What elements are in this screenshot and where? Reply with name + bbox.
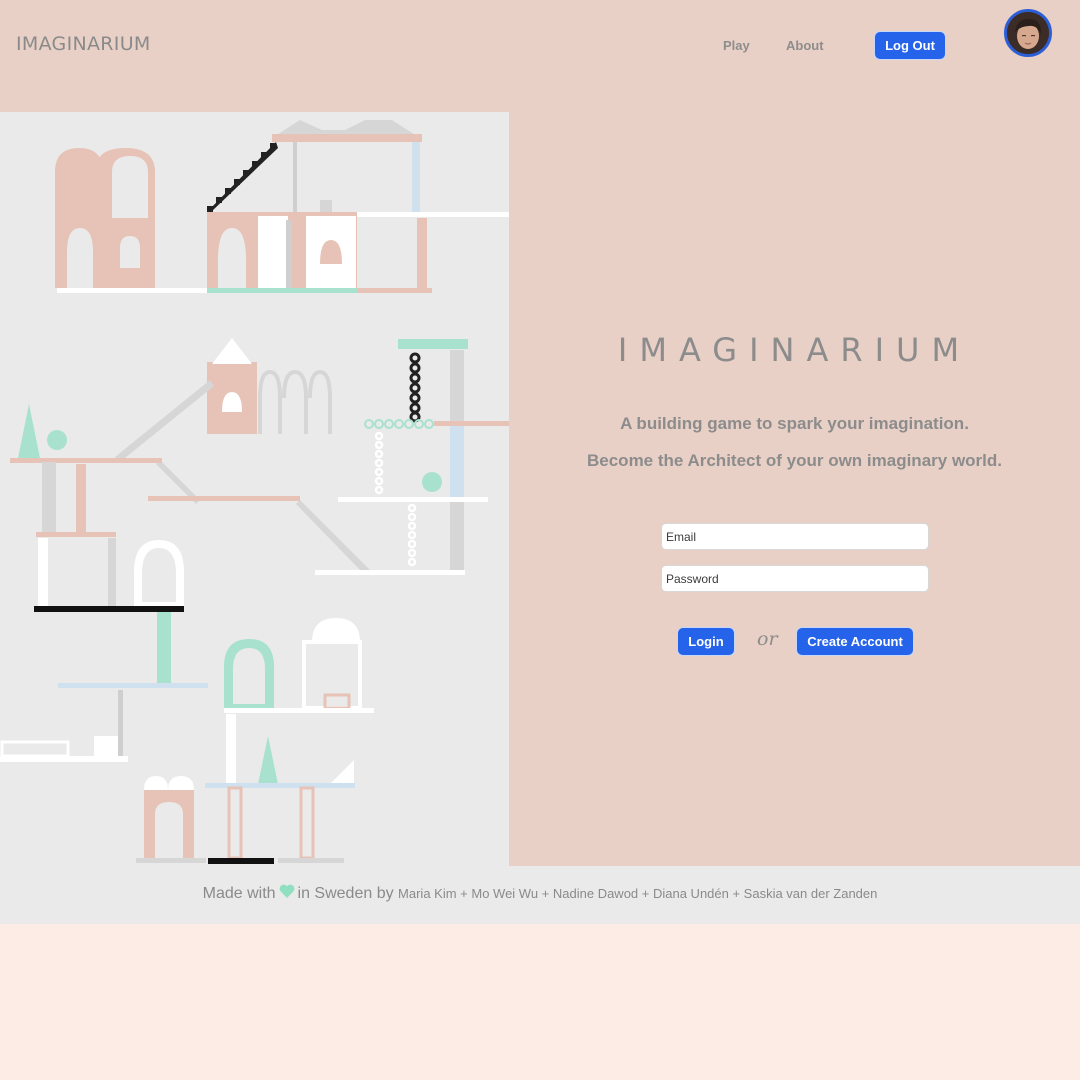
page-footer: Made with in Sweden by Maria Kim + Mo Wei… <box>0 866 1080 924</box>
nav-play-link[interactable]: Play <box>723 38 750 53</box>
hero-title: IMAGINARIUM <box>617 331 972 369</box>
hero-tagline: A building game to spark your imaginatio… <box>620 414 969 433</box>
footer-made-with: Made with <box>202 885 276 903</box>
auth-panel: IMAGINARIUM A building game to spark you… <box>509 112 1080 866</box>
avatar-image <box>1007 12 1049 54</box>
illustration-art <box>0 120 509 864</box>
footer-in-sweden: in Sweden by <box>297 885 394 903</box>
footer-credits: Maria Kim + Mo Wei Wu + Nadine Dawod + D… <box>398 886 878 902</box>
heart-icon <box>279 866 295 922</box>
building-illustration <box>0 112 509 866</box>
brand-logo[interactable]: IMAGINARIUM <box>16 33 151 55</box>
or-divider: or <box>757 628 778 650</box>
login-button[interactable]: Login <box>678 628 734 655</box>
logout-button[interactable]: Log Out <box>875 32 945 59</box>
hero-subtagline: Become the Architect of your own imagina… <box>587 451 1002 470</box>
top-header: IMAGINARIUM Play About Log Out <box>0 0 1080 112</box>
password-field[interactable] <box>661 565 929 592</box>
nav-about-link[interactable]: About <box>786 38 824 53</box>
email-field[interactable] <box>661 523 929 550</box>
user-avatar[interactable] <box>1004 9 1052 57</box>
create-account-button[interactable]: Create Account <box>797 628 913 655</box>
